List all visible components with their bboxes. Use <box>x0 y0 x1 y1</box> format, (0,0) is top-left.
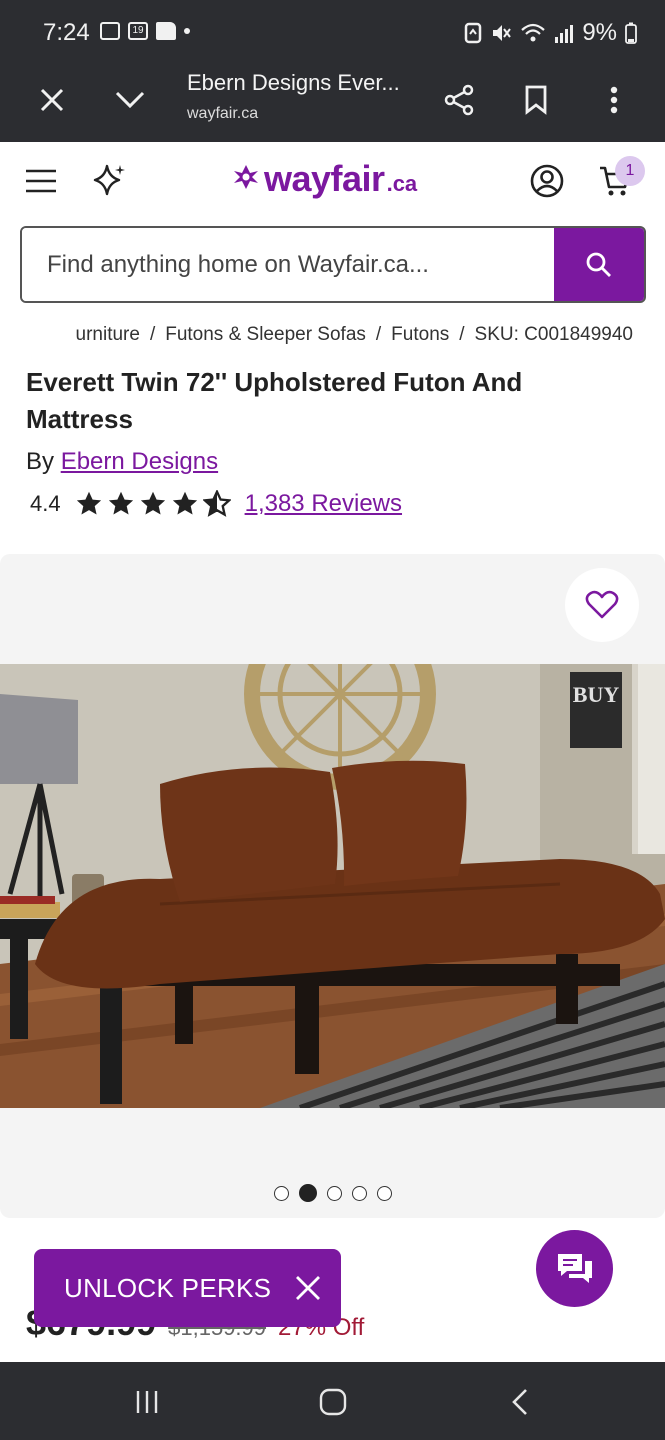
tab-title[interactable]: Ebern Designs Ever... <box>187 70 400 96</box>
status-time: 7:24 <box>43 19 90 46</box>
breadcrumb-item[interactable]: urniture <box>76 324 140 345</box>
product-gallery[interactable]: BUY <box>0 554 665 1218</box>
share-icon <box>444 84 474 116</box>
chat-button[interactable] <box>536 1230 613 1307</box>
brand-link[interactable]: Ebern Designs <box>61 448 218 475</box>
back-button[interactable] <box>500 1384 540 1420</box>
breadcrumb-item[interactable]: Futons & Sleeper Sofas <box>165 324 366 345</box>
home-icon <box>319 1388 347 1416</box>
search-bar <box>20 226 646 303</box>
chevron-down-icon <box>115 91 145 109</box>
logo-suffix: .ca <box>386 171 418 196</box>
more-vertical-icon <box>610 86 618 114</box>
wayfair-logo[interactable]: wayfair .ca <box>232 158 417 200</box>
breadcrumb-item[interactable]: Futons <box>391 324 449 345</box>
star-full-icon <box>140 491 165 515</box>
calendar-notification-icon: 19 <box>128 22 148 40</box>
search-button[interactable] <box>554 228 644 301</box>
close-tab-button[interactable] <box>28 76 76 124</box>
browser-toolbar: Ebern Designs Ever... wayfair.ca <box>0 66 665 142</box>
product-image[interactable]: BUY <box>0 664 665 1108</box>
breadcrumb-sku: SKU: C001849940 <box>474 324 633 345</box>
unlock-perks-label: UNLOCK PERKS <box>64 1272 272 1303</box>
search-input[interactable] <box>22 228 556 301</box>
breadcrumb: urniture / Futons & Sleeper Sofas / Futons / S… <box>0 322 665 350</box>
battery-icon <box>625 22 637 44</box>
close-perks-icon[interactable] <box>293 1273 323 1303</box>
recent-apps-button[interactable] <box>127 1384 167 1420</box>
rating-row: 4.4 1,383 Reviews <box>30 490 402 518</box>
account-icon <box>530 164 564 198</box>
by-label: By <box>26 448 55 475</box>
reviews-link[interactable]: 1,383 Reviews <box>245 490 402 518</box>
star-rating <box>75 490 231 518</box>
mute-icon <box>493 25 512 41</box>
wayfair-pinwheel-icon <box>234 165 258 189</box>
battery-percent: 9% <box>582 19 617 46</box>
logo-wordmark: wayfair <box>264 158 385 199</box>
search-icon <box>586 252 611 277</box>
nfc-icon <box>465 22 482 44</box>
chat-icon <box>557 1253 592 1283</box>
carousel-dot[interactable] <box>274 1185 289 1201</box>
brand-line: By Ebern Designs <box>26 448 218 476</box>
browser-chrome: 7:24 19 9% Ebern Designs Ever... wayfair… <box>0 0 665 142</box>
page-url[interactable]: wayfair.ca <box>187 105 258 123</box>
breadcrumb-separator: / <box>375 324 382 345</box>
star-full-icon <box>172 491 197 515</box>
recent-apps-icon <box>136 1391 158 1413</box>
carousel-dot-active[interactable] <box>299 1184 317 1202</box>
cart-count-badge: 1 <box>615 156 645 186</box>
notification-icons: 19 <box>100 22 190 40</box>
star-half-icon <box>202 490 231 517</box>
back-icon <box>512 1389 527 1415</box>
carousel-indicator <box>274 1184 392 1202</box>
site-header: wayfair .ca <box>0 142 665 222</box>
wifi-icon <box>521 23 546 42</box>
carousel-dot[interactable] <box>377 1185 392 1201</box>
favorite-button[interactable] <box>565 568 639 642</box>
status-right: 9% <box>464 19 637 47</box>
svg-text:BUY: BUY <box>573 682 620 707</box>
breadcrumb-separator: / <box>149 324 156 345</box>
more-notifications-dot <box>184 28 190 34</box>
carousel-dot[interactable] <box>352 1185 367 1201</box>
folder-notification-icon <box>156 22 176 40</box>
unlock-perks-banner[interactable]: UNLOCK PERKS <box>34 1249 341 1327</box>
hamburger-icon <box>26 169 56 193</box>
minimize-button[interactable] <box>106 76 154 124</box>
star-full-icon <box>108 491 133 515</box>
ai-assistant-button[interactable] <box>88 158 132 202</box>
bookmark-button[interactable] <box>512 76 560 124</box>
gallery-notification-icon <box>100 22 120 40</box>
breadcrumb-separator: / <box>459 324 465 345</box>
more-options-button[interactable] <box>590 76 638 124</box>
sparkle-icon <box>93 164 125 196</box>
status-bar: 7:24 19 9% <box>0 0 665 66</box>
signal-icon <box>555 25 574 43</box>
menu-button[interactable] <box>20 160 62 202</box>
account-button[interactable] <box>526 160 568 202</box>
bookmark-icon <box>525 85 547 115</box>
heart-icon <box>585 590 619 619</box>
star-full-icon <box>76 491 101 515</box>
system-navigation-bar <box>0 1362 665 1440</box>
close-icon <box>40 88 64 112</box>
product-title: Everett Twin 72'' Upholstered Futon And … <box>26 367 523 434</box>
share-button[interactable] <box>435 76 483 124</box>
rating-value: 4.4 <box>30 491 61 516</box>
home-button[interactable] <box>313 1384 353 1420</box>
carousel-dot[interactable] <box>327 1185 342 1201</box>
